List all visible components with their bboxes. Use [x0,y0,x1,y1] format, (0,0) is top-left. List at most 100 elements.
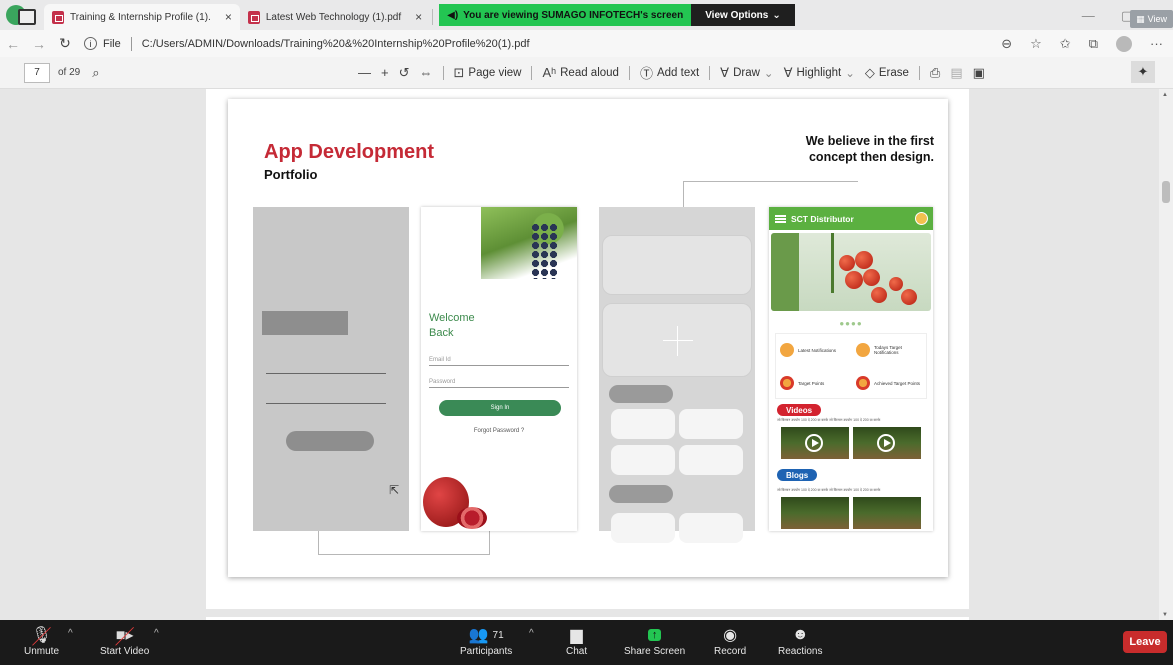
login-design: Welcome Back Email Id Password Sign In F… [421,207,577,531]
pin-toolbar-icon[interactable]: ✦ [1131,61,1155,83]
grape-bunch-image [531,223,557,279]
video-options-caret-icon[interactable]: ^ [154,628,159,639]
blog-thumbnail [781,497,849,529]
pdf-toolbar: 7 of 29 ⌕ — + ↺ ⇔ ⊡ Page view Aʰ Read alou… [0,57,1173,89]
close-tab-icon[interactable]: × [225,10,232,24]
url-text[interactable]: C:/Users/ADMIN/Downloads/Training%20&%20… [142,38,530,50]
add-text-icon: Ⓣ [639,66,653,81]
wireframe-cross [663,340,693,341]
page-number-input[interactable]: 7 [24,62,50,83]
card-label: Achieved Target Points [874,380,920,386]
app-header: SCT Distributor [769,207,933,230]
scrollbar[interactable]: ▲ ▼ [1159,89,1173,620]
leaf-shape [771,233,799,311]
participants-label: Participants [460,646,513,657]
page-view-label: Page view [468,66,522,79]
refresh-icon[interactable]: ↻ [52,35,78,52]
zoom-in-icon[interactable]: + [381,65,389,80]
email-field: Email Id [429,357,569,366]
read-mode-icon[interactable]: ☆ [1030,36,1042,52]
card-label: Todays Target Notifications [874,345,902,355]
view-button[interactable]: ▦ View [1130,10,1173,28]
pdf-viewer[interactable]: App Development Portfolio We believe in … [0,89,1173,620]
save-icon[interactable]: ▤ [950,65,962,81]
scrollbar-thumb[interactable] [1162,181,1170,203]
file-label: File [103,37,121,50]
scroll-down-icon[interactable]: ▼ [1162,612,1168,618]
reactions-icon: ☻ [791,626,809,643]
participants-button[interactable]: 👥 71 Participants [460,624,512,657]
participants-caret-icon[interactable]: ^ [529,628,534,639]
avatar [915,212,928,225]
notification-cards: Latest Notifications Todays Target Notif… [775,333,927,399]
reactions-label: Reactions [778,646,823,657]
tomato-banner-image [771,233,931,311]
fit-width-icon[interactable]: ⇔ [420,65,433,80]
wireframe-button [286,431,374,451]
profile-avatar[interactable] [1116,36,1132,52]
wireframe-pill [609,385,673,403]
wireframe-cell [611,513,675,543]
highlight-button[interactable]: ∀ Highlight ⌄ [784,65,855,81]
zoom-out-icon[interactable]: — [358,65,371,80]
add-text-button[interactable]: Ⓣ Add text [640,63,699,82]
favorites-icon[interactable]: ✩ [1060,36,1071,52]
blogs-label: Blogs [777,469,818,481]
more-icon[interactable]: ··· [1150,36,1163,52]
view-options-button[interactable]: View Options ⌄ [691,4,795,26]
url-field[interactable]: i File C:/Users/ADMIN/Downloads/Training… [84,36,530,51]
chat-button[interactable]: ▆ Chat [566,624,587,657]
browser-tab-bar: Training & Internship Profile (1). × Lat… [0,0,1173,30]
reactions-button[interactable]: ☻ Reactions [778,624,822,657]
participants-icon: 👥 71 [468,627,504,644]
pomegranate-image [421,467,491,531]
read-aloud-button[interactable]: Aʰ Read aloud [542,65,618,80]
leave-button[interactable]: Leave [1123,631,1167,653]
pomegranate-half [457,507,487,529]
portfolio-slide: App Development Portfolio We believe in … [228,99,948,577]
blog-thumbnail [853,497,921,529]
info-icon[interactable]: i [84,37,97,50]
scroll-up-icon[interactable]: ▲ [1162,92,1168,98]
tab-training-profile[interactable]: Training & Internship Profile (1). × [44,4,240,30]
print-icon[interactable]: ⎙ [930,65,940,81]
stem-shape [831,233,834,293]
slide-subtitle: Portfolio [264,167,318,182]
tomato-shape [863,269,880,286]
chat-icon: ▆ [570,627,583,644]
pdf-icon [247,10,260,24]
collections-icon[interactable]: ⧉ [1089,36,1098,52]
grapes-image [481,207,577,279]
card-target-points: Target Points [776,367,850,399]
sign-in-button: Sign In [439,400,561,416]
mouse-cursor-icon: ⇱ [389,483,400,497]
chevron-down-icon: ⌄ [763,67,774,80]
target-icon [856,376,870,390]
distributor-app-design: SCT Distributor ●●●● Latest Notification… [769,207,933,531]
play-icon [805,434,823,452]
tab-latest-web-technology[interactable]: Latest Web Technology (1).pdf × [240,4,430,30]
grid-icon: ▦ [1136,13,1145,24]
record-button[interactable]: ◉ Record [714,624,746,657]
page-count: of 29 [58,67,81,78]
unmute-button[interactable]: 🎙 ／ Unmute [24,624,59,658]
rotate-icon[interactable]: ↺ [399,65,410,81]
page-view-button[interactable]: ⊡ Page view [454,65,522,81]
forward-icon[interactable]: → [26,36,52,52]
search-icon[interactable]: ⌕ [92,65,99,81]
minimize-icon[interactable]: — [1082,8,1095,24]
welcome-text: Welcome Back [429,312,475,339]
erase-button[interactable]: ◇ Erase [865,65,909,81]
audio-options-caret-icon[interactable]: ^ [68,628,73,639]
share-screen-button[interactable]: ↑ Share Screen [624,624,685,657]
blog-caption: जो किसान उपयोग 100 दे 200 ग्रा करके जो क… [777,488,881,492]
zoom-icon[interactable]: ⊖ [1001,36,1012,52]
draw-button[interactable]: ∀ Draw ⌄ [720,65,773,81]
divider [442,65,444,80]
save-as-icon[interactable]: ▣ [973,65,985,81]
slide-quote: We believe in the first concept then des… [805,134,934,164]
page-view-icon: ⊡ [453,64,465,80]
close-tab-icon[interactable]: × [415,10,422,24]
start-video-button[interactable]: ■▸ ／ Start Video [100,624,149,658]
back-icon[interactable]: ← [0,36,26,52]
